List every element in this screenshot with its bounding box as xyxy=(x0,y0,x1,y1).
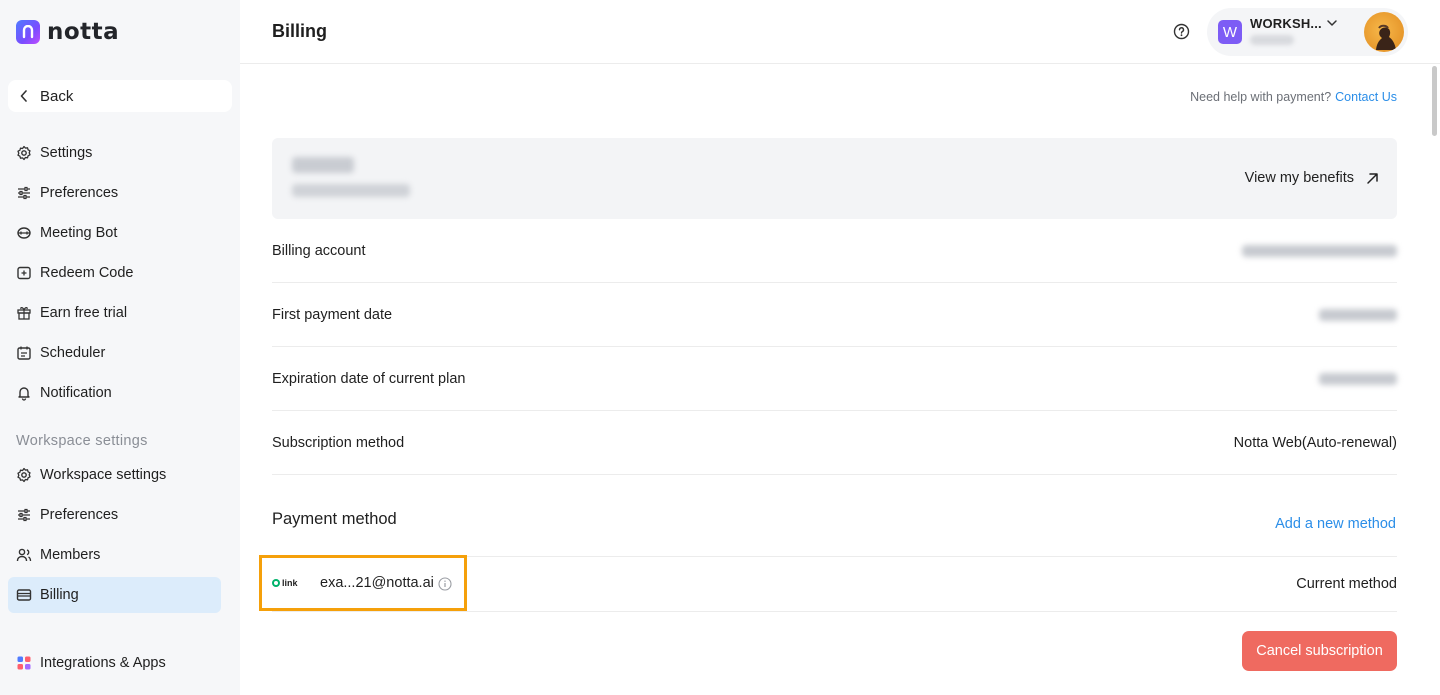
sidebar-item-billing[interactable]: Billing xyxy=(8,577,221,613)
subscription-method-row: Subscription method Notta Web(Auto-renew… xyxy=(272,411,1397,475)
logo-text: notta xyxy=(47,19,120,45)
plan-detail-redacted xyxy=(292,184,410,197)
payment-help-line: Need help with payment? Contact Us xyxy=(1190,90,1397,104)
page-header: Billing W WORKSH... xyxy=(240,0,1440,64)
sidebar-item-workspace-preferences[interactable]: Preferences xyxy=(8,497,221,533)
first-payment-date-value-redacted xyxy=(1319,308,1397,321)
sidebar-item-label: Redeem Code xyxy=(40,265,134,281)
payment-method-highlight xyxy=(259,555,467,611)
workspace-section-label: Workspace settings xyxy=(16,433,148,449)
back-label: Back xyxy=(40,87,74,105)
workspace-sub-redacted xyxy=(1250,35,1294,45)
expiration-date-row: Expiration date of current plan xyxy=(272,347,1397,411)
notta-logo[interactable]: notta xyxy=(16,19,119,45)
cancel-subscription-button[interactable]: Cancel subscription xyxy=(1242,631,1397,671)
sidebar: notta Back Settings Preferences Meeting … xyxy=(0,0,240,695)
bell-icon xyxy=(16,385,32,401)
sidebar-item-label: Meeting Bot xyxy=(40,225,118,241)
row-label: Subscription method xyxy=(272,434,405,451)
sidebar-item-label: Settings xyxy=(40,145,93,161)
sidebar-item-label: Preferences xyxy=(40,507,119,523)
sidebar-item-label: Integrations & Apps xyxy=(40,655,166,671)
sidebar-item-members[interactable]: Members xyxy=(8,537,221,573)
sliders-icon xyxy=(16,185,32,201)
redeem-icon xyxy=(16,265,32,281)
plan-name-redacted xyxy=(292,157,354,173)
expiration-date-value-redacted xyxy=(1319,372,1397,385)
page-title: Billing xyxy=(272,21,327,41)
gift-icon xyxy=(16,305,32,321)
row-label: First payment date xyxy=(272,306,393,323)
sidebar-item-integrations[interactable]: Integrations & Apps xyxy=(8,645,221,681)
view-benefits-link[interactable]: View my benefits xyxy=(1245,170,1379,186)
view-benefits-label: View my benefits xyxy=(1244,170,1354,186)
avatar[interactable] xyxy=(1364,12,1404,52)
contact-us-link[interactable]: Contact Us xyxy=(1335,90,1397,104)
workspace-badge: W xyxy=(1218,20,1242,44)
scrollbar[interactable] xyxy=(1432,66,1437,136)
notta-logo-icon xyxy=(16,20,40,44)
subscription-method-value: Notta Web(Auto-renewal) xyxy=(1233,434,1397,451)
sidebar-item-workspace-settings[interactable]: Workspace settings xyxy=(8,457,221,493)
sidebar-item-label: Members xyxy=(40,547,101,563)
apps-grid-icon xyxy=(16,655,32,671)
sliders-icon xyxy=(16,507,32,523)
sidebar-item-scheduler[interactable]: Scheduler xyxy=(8,335,221,371)
sidebar-item-label: Preferences xyxy=(40,185,119,201)
sidebar-item-settings[interactable]: Settings xyxy=(8,135,221,171)
gear-icon xyxy=(16,467,32,483)
back-button[interactable]: Back xyxy=(8,80,232,112)
sidebar-item-label: Notification xyxy=(40,385,112,401)
card-icon xyxy=(16,587,32,603)
billing-account-row: Billing account xyxy=(272,219,1397,283)
sidebar-item-label: Billing xyxy=(40,587,79,603)
chevron-left-icon xyxy=(20,90,28,102)
current-method-label: Current method xyxy=(1296,576,1397,592)
add-new-method-link[interactable]: Add a new method xyxy=(1275,516,1396,532)
sidebar-item-meeting-bot[interactable]: Meeting Bot xyxy=(8,215,221,251)
sidebar-item-preferences[interactable]: Preferences xyxy=(8,175,221,211)
first-payment-date-row: First payment date xyxy=(272,283,1397,347)
sidebar-item-label: Scheduler xyxy=(40,345,106,361)
row-label: Billing account xyxy=(272,242,366,259)
sidebar-item-redeem-code[interactable]: Redeem Code xyxy=(8,255,221,291)
sidebar-item-notification[interactable]: Notification xyxy=(8,375,221,411)
plan-card: View my benefits xyxy=(272,138,1397,219)
row-label: Expiration date of current plan xyxy=(272,370,466,387)
help-icon[interactable] xyxy=(1173,23,1190,40)
calendar-icon xyxy=(16,345,32,361)
sidebar-item-label: Workspace settings xyxy=(40,467,167,483)
sidebar-item-earn-free-trial[interactable]: Earn free trial xyxy=(8,295,221,331)
billing-account-value-redacted xyxy=(1242,244,1397,257)
workspace-name: WORKSH... xyxy=(1250,16,1322,31)
members-icon xyxy=(16,547,32,563)
payment-help-text: Need help with payment? xyxy=(1190,90,1332,104)
chevron-down-icon xyxy=(1326,16,1338,34)
bot-icon xyxy=(16,225,32,241)
sidebar-item-label: Earn free trial xyxy=(40,305,128,321)
arrow-up-right-icon xyxy=(1366,172,1379,185)
payment-method-title: Payment method xyxy=(272,510,397,528)
gear-icon xyxy=(16,145,32,161)
workspace-switcher[interactable]: W WORKSH... xyxy=(1207,8,1408,56)
